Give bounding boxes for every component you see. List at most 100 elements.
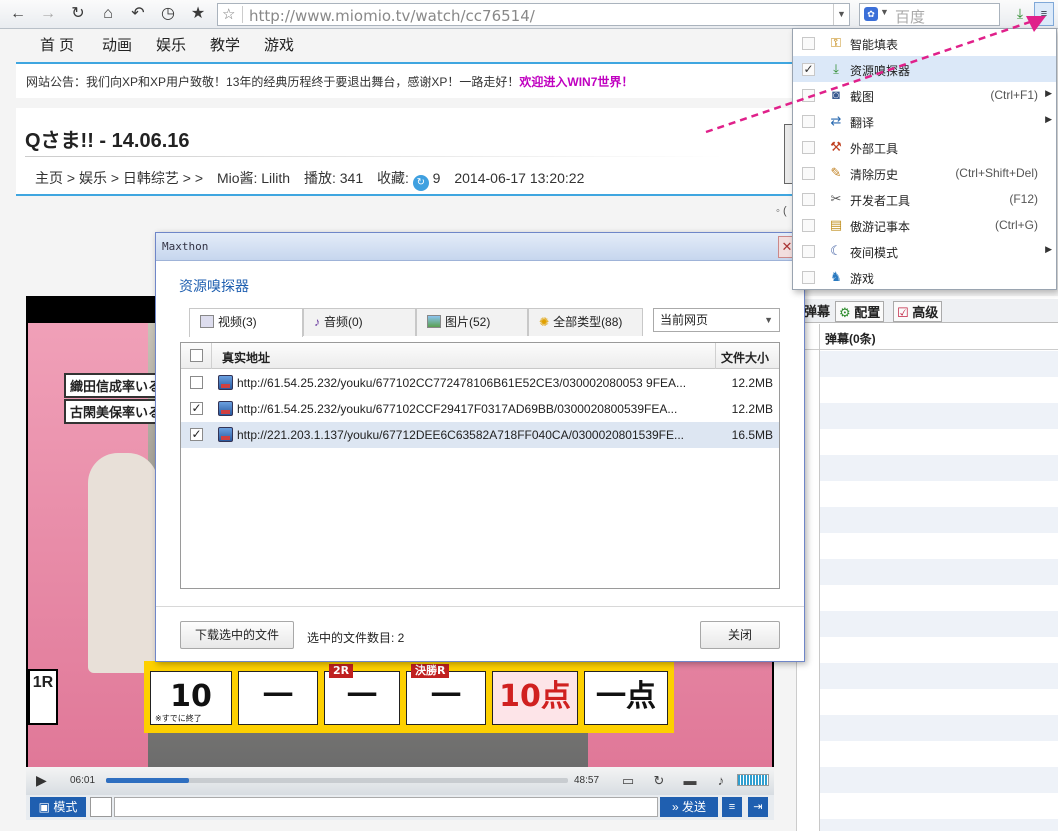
color-picker[interactable] <box>90 797 112 817</box>
tab-all-types[interactable]: ✺ 全部类型(88) <box>528 308 643 336</box>
table-row[interactable]: ✓ http://61.54.25.232/youku/677102CCF294… <box>181 396 779 422</box>
tab-video[interactable]: 视频(3) <box>189 308 303 337</box>
nav-item-teaching[interactable]: 教学 <box>210 34 240 55</box>
image-icon <box>427 315 441 328</box>
score-round-tag: 決勝R <box>411 664 450 678</box>
loop-icon[interactable]: ↻ <box>650 772 668 790</box>
undo-icon[interactable]: ↶ <box>128 4 148 24</box>
bookmark-star-icon[interactable]: ☆ <box>222 5 235 23</box>
breadcrumb[interactable]: 主页 > 娱乐 > 日韩综艺 > > <box>35 170 203 186</box>
broom-icon: ✎ <box>830 165 842 180</box>
menu-item-checkbox[interactable] <box>802 193 815 206</box>
tab-all-types-label: 全部类型(88) <box>553 315 623 329</box>
refresh-icon[interactable]: ↻ <box>68 4 88 24</box>
check-icon: ☑ <box>897 305 913 320</box>
menu-item-shortcut: (Ctrl+Shift+Del) <box>955 166 1038 180</box>
table-row[interactable]: ✓ http://221.203.1.137/youku/67712DEE6C6… <box>181 422 779 448</box>
arrow-line <box>705 20 1031 134</box>
back-icon[interactable]: ← <box>8 4 28 24</box>
wrench-icon: ✂ <box>830 191 842 206</box>
sniffer-dialog: Maxthon 资源嗅探器 视频(3) ♪ 音频(0) 图片(52) ✺ 全部类型(… <box>155 232 805 662</box>
danmaku-input[interactable] <box>114 797 658 817</box>
nav-item-games[interactable]: 游戏 <box>264 34 294 55</box>
progress-fill <box>106 778 190 783</box>
game-icon: ♞ <box>830 269 842 284</box>
table-header: 真实地址 文件大小 <box>181 343 779 369</box>
dialog-titlebar[interactable]: Maxthon <box>156 233 804 261</box>
send-button[interactable]: » 发送 <box>660 797 718 817</box>
menu-item[interactable]: ▤ 傲游记事本 (Ctrl+G) <box>793 212 1056 238</box>
extra-mark: ◦ ( <box>776 205 787 217</box>
menu-item-checkbox[interactable] <box>802 245 815 258</box>
row-checkbox[interactable] <box>190 376 203 389</box>
history-icon[interactable]: ◷ <box>158 4 178 24</box>
column-address[interactable]: 真实地址 <box>222 349 270 366</box>
tab-danmaku[interactable]: 弹幕 <box>801 301 833 322</box>
select-all-checkbox[interactable] <box>190 349 203 362</box>
resource-size: 16.5MB <box>731 428 773 442</box>
play-icon[interactable]: ▶ <box>36 772 47 789</box>
tab-config[interactable]: ⚙ 配置 <box>835 301 885 322</box>
nav-item-anime[interactable]: 动画 <box>102 34 132 55</box>
overlay-name-label: 古閑美保率いる <box>64 399 168 424</box>
tab-images-label: 图片(52) <box>445 315 491 329</box>
tab-advanced[interactable]: ☑ 高级 <box>893 301 943 322</box>
danmaku-list[interactable] <box>820 351 1058 831</box>
table-row[interactable]: http://61.54.25.232/youku/677102CC772478… <box>181 370 779 396</box>
dialog-divider <box>156 606 804 607</box>
score-note: ※すでに終了 <box>155 714 202 723</box>
score-value: 10 <box>170 679 212 714</box>
resource-table: 真实地址 文件大小 http://61.54.25.232/youku/6771… <box>180 342 780 589</box>
scope-value: 当前网页 <box>660 313 709 327</box>
url-text[interactable]: http://www.miomio.tv/watch/cc76514/ <box>249 7 535 25</box>
danmaku-input-bar: ▣ 模式 » 发送 ≡ ⇥ <box>26 795 774 820</box>
volume-icon[interactable]: ♪ <box>712 772 730 790</box>
menu-item[interactable]: ✎ 清除历史 (Ctrl+Shift+Del) <box>793 160 1056 186</box>
nav-item-home[interactable]: 首 页 <box>40 34 74 55</box>
menu-item[interactable]: ♞ 游戏 <box>793 264 1056 290</box>
score-value: 一 <box>347 679 377 714</box>
tab-images[interactable]: 图片(52) <box>416 308 528 336</box>
menu-item[interactable]: ☾ 夜间模式 ▶ <box>793 238 1056 264</box>
exit-icon[interactable]: ⇥ <box>748 797 768 817</box>
header-divider <box>715 343 716 369</box>
menu-item-label: 傲游记事本 <box>850 220 911 234</box>
menu-item-checkbox[interactable] <box>802 271 815 284</box>
home-icon[interactable]: ⌂ <box>98 4 118 24</box>
tab-audio[interactable]: ♪ 音频(0) <box>303 308 416 336</box>
progress-bar[interactable] <box>106 778 568 783</box>
menu-item-checkbox[interactable] <box>802 141 815 154</box>
danmaku-toggle-icon[interactable]: ▭ <box>619 772 637 790</box>
favorites-star-icon[interactable]: ★ <box>188 4 208 24</box>
score-value: 10点 <box>499 679 571 714</box>
menu-item-label: 清除历史 <box>850 168 899 182</box>
resource-url: http://61.54.25.232/youku/677102CC772478… <box>237 376 687 390</box>
scope-select[interactable]: 当前网页 ▼ <box>653 308 780 332</box>
widescreen-icon[interactable]: ▬ <box>681 772 699 790</box>
moon-icon: ☾ <box>830 243 842 258</box>
play-count: 播放: 341 <box>303 170 364 186</box>
favorite-icon[interactable]: ↻ <box>412 175 429 191</box>
close-button[interactable]: 关闭 <box>700 621 780 649</box>
site-nav: 首 页 动画 娱乐 教学 游戏 <box>16 30 316 58</box>
notice-link[interactable]: 欢迎进入WIN7世界！ <box>519 75 633 89</box>
download-selected-button[interactable]: 下载选中的文件 <box>180 621 294 649</box>
nav-item-entertainment[interactable]: 娱乐 <box>156 34 186 55</box>
menu-item-checkbox[interactable] <box>802 219 815 232</box>
row-checkbox[interactable]: ✓ <box>190 402 203 415</box>
row-checkbox[interactable]: ✓ <box>190 428 203 441</box>
menu-item[interactable]: ✂ 开发者工具 (F12) <box>793 186 1056 212</box>
music-note-icon: ♪ <box>314 315 320 329</box>
forward-icon[interactable]: → <box>38 4 58 24</box>
menu-item-label: 开发者工具 <box>850 194 911 208</box>
round-label: 1R <box>28 669 58 725</box>
mode-button[interactable]: ▣ 模式 <box>30 797 86 817</box>
tools-icon: ⚒ <box>830 139 842 154</box>
annotation-arrow <box>705 16 1046 134</box>
menu-item-checkbox[interactable] <box>802 167 815 180</box>
notepad-icon: ▤ <box>829 217 843 232</box>
uploader[interactable]: Mio酱: Lilith <box>217 170 290 186</box>
column-size[interactable]: 文件大小 <box>721 349 769 366</box>
volume-slider[interactable] <box>737 774 769 786</box>
notes-icon[interactable]: ≡ <box>722 797 742 817</box>
